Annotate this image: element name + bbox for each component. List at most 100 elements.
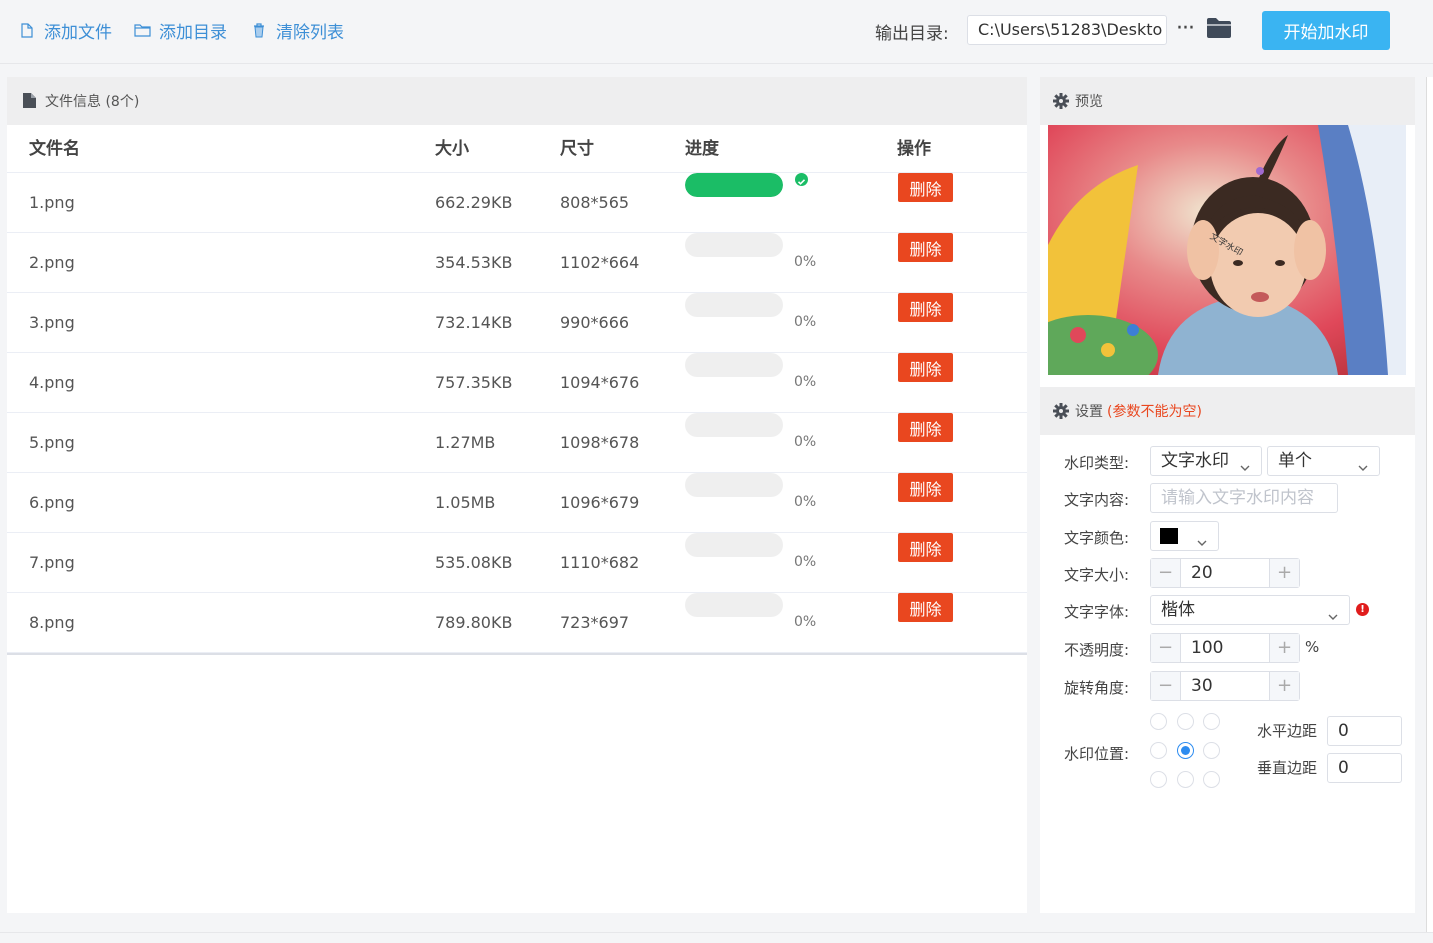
progress-bar [685, 353, 783, 377]
file-size: 535.08KB [435, 553, 513, 572]
file-size: 1.27MB [435, 433, 496, 452]
gear-icon [1053, 403, 1069, 419]
file-panel: 文件信息 (8个) 文件名 大小 尺寸 进度 操作 1.png 662.29KB… [7, 77, 1027, 913]
progress-percent: 0% [794, 554, 817, 570]
delete-button[interactable]: 删除 [898, 413, 953, 442]
delete-button[interactable]: 删除 [898, 293, 953, 322]
file-name: 8.png [29, 613, 75, 632]
file-name: 5.png [29, 433, 75, 452]
column-header-size: 大小 [435, 139, 469, 159]
increment-button[interactable]: + [1269, 559, 1299, 587]
chevron-down-icon [1357, 455, 1369, 471]
preview-header: 预览 [1040, 77, 1415, 125]
decrement-button[interactable]: − [1151, 559, 1181, 587]
delete-button[interactable]: 删除 [898, 173, 953, 202]
trash-icon [250, 21, 268, 39]
file-table-body: 1.png 662.29KB 808*565 删除 2.png 354.53KB… [7, 173, 1027, 655]
preview-image: 文字水印 [1048, 125, 1406, 375]
column-header-progress: 进度 [685, 139, 719, 159]
position-radio[interactable] [1177, 742, 1194, 759]
watermark-mode-value: 单个 [1278, 451, 1312, 471]
position-radio[interactable] [1150, 742, 1167, 759]
position-label: 水印位置: [1064, 745, 1130, 763]
clear-list-label: 清除列表 [276, 22, 344, 43]
delete-button[interactable]: 删除 [898, 593, 953, 622]
text-size-value[interactable]: 20 [1191, 559, 1213, 587]
opacity-label: 不透明度: [1064, 641, 1130, 659]
text-color-picker[interactable] [1150, 521, 1219, 551]
rotation-stepper[interactable]: − 30 + [1150, 671, 1300, 701]
watermark-type-select[interactable]: 文字水印 [1150, 446, 1262, 476]
file-size: 1.05MB [435, 493, 496, 512]
position-radio[interactable] [1203, 713, 1220, 730]
file-dimensions: 1096*679 [560, 493, 640, 512]
watermark-type-label: 水印类型: [1064, 454, 1130, 472]
output-dir-input[interactable]: C:\Users\51283\Deskto [967, 15, 1167, 45]
file-dimensions: 990*666 [560, 313, 630, 332]
error-icon: ! [1356, 603, 1369, 616]
progress-bar [685, 233, 783, 257]
file-dimensions: 808*565 [560, 193, 630, 212]
text-size-label: 文字大小: [1064, 566, 1130, 584]
rotation-value[interactable]: 30 [1191, 672, 1213, 700]
column-header-actions: 操作 [897, 139, 931, 159]
chevron-down-icon [1239, 455, 1251, 471]
text-font-select[interactable]: 楷体 [1150, 595, 1350, 625]
position-radio[interactable] [1177, 771, 1194, 788]
progress-percent: 0% [794, 494, 817, 510]
table-row: 8.png 789.80KB 723*697 0% 删除 [7, 593, 1027, 653]
delete-button[interactable]: 删除 [898, 233, 953, 262]
text-content-input[interactable]: 请输入文字水印内容 [1150, 483, 1338, 513]
delete-button[interactable]: 删除 [898, 473, 953, 502]
table-row: 1.png 662.29KB 808*565 删除 [7, 173, 1027, 233]
increment-button[interactable]: + [1269, 672, 1299, 700]
file-panel-title: 文件信息 (8个) [45, 94, 140, 110]
file-size: 757.35KB [435, 373, 513, 392]
file-size: 662.29KB [435, 193, 513, 212]
opacity-value[interactable]: 100 [1191, 634, 1223, 662]
add-directory-button[interactable]: 添加目录 [133, 17, 227, 43]
gear-icon [1053, 93, 1069, 109]
color-swatch [1160, 528, 1178, 544]
folder-icon[interactable] [1206, 17, 1232, 41]
delete-button[interactable]: 删除 [898, 353, 953, 382]
position-radio[interactable] [1203, 771, 1220, 788]
position-radio[interactable] [1150, 771, 1167, 788]
clear-list-button[interactable]: 清除列表 [250, 17, 344, 43]
table-row: 6.png 1.05MB 1096*679 0% 删除 [7, 473, 1027, 533]
horizontal-margin-input[interactable]: 0 [1327, 716, 1402, 746]
progress-bar [685, 293, 783, 317]
file-name: 6.png [29, 493, 75, 512]
watermark-type-value: 文字水印 [1161, 451, 1229, 471]
file-name: 7.png [29, 553, 75, 572]
progress-fill [685, 173, 783, 197]
decrement-button[interactable]: − [1151, 672, 1181, 700]
start-watermark-button[interactable]: 开始加水印 [1262, 11, 1390, 50]
add-file-button[interactable]: 添加文件 [18, 17, 112, 43]
delete-button[interactable]: 删除 [898, 533, 953, 562]
opacity-stepper[interactable]: − 100 + [1150, 633, 1300, 663]
text-font-label: 文字字体: [1064, 603, 1130, 621]
file-name: 2.png [29, 253, 75, 272]
vertical-margin-input[interactable]: 0 [1327, 753, 1402, 783]
output-dir-label: 输出目录: [875, 24, 949, 44]
chevron-down-icon [1327, 604, 1339, 620]
increment-button[interactable]: + [1269, 634, 1299, 662]
rotation-label: 旋转角度: [1064, 679, 1130, 697]
preview-title: 预览 [1075, 94, 1103, 110]
toolbar: 添加文件 添加目录 清除列表 输出目录: C:\Users\51283\Desk… [0, 0, 1433, 64]
text-size-stepper[interactable]: − 20 + [1150, 558, 1300, 588]
file-size: 354.53KB [435, 253, 513, 272]
text-content-label: 文字内容: [1064, 491, 1130, 509]
more-options-icon[interactable]: ··· [1176, 16, 1195, 41]
file-name: 1.png [29, 193, 75, 212]
folder-outline-icon [133, 21, 151, 39]
table-row: 5.png 1.27MB 1098*678 0% 删除 [7, 413, 1027, 473]
position-radio[interactable] [1150, 713, 1167, 730]
watermark-mode-select[interactable]: 单个 [1267, 446, 1380, 476]
status-bar [0, 932, 1433, 943]
position-radio[interactable] [1177, 713, 1194, 730]
position-radio[interactable] [1203, 742, 1220, 759]
add-file-label: 添加文件 [44, 22, 112, 43]
decrement-button[interactable]: − [1151, 634, 1181, 662]
